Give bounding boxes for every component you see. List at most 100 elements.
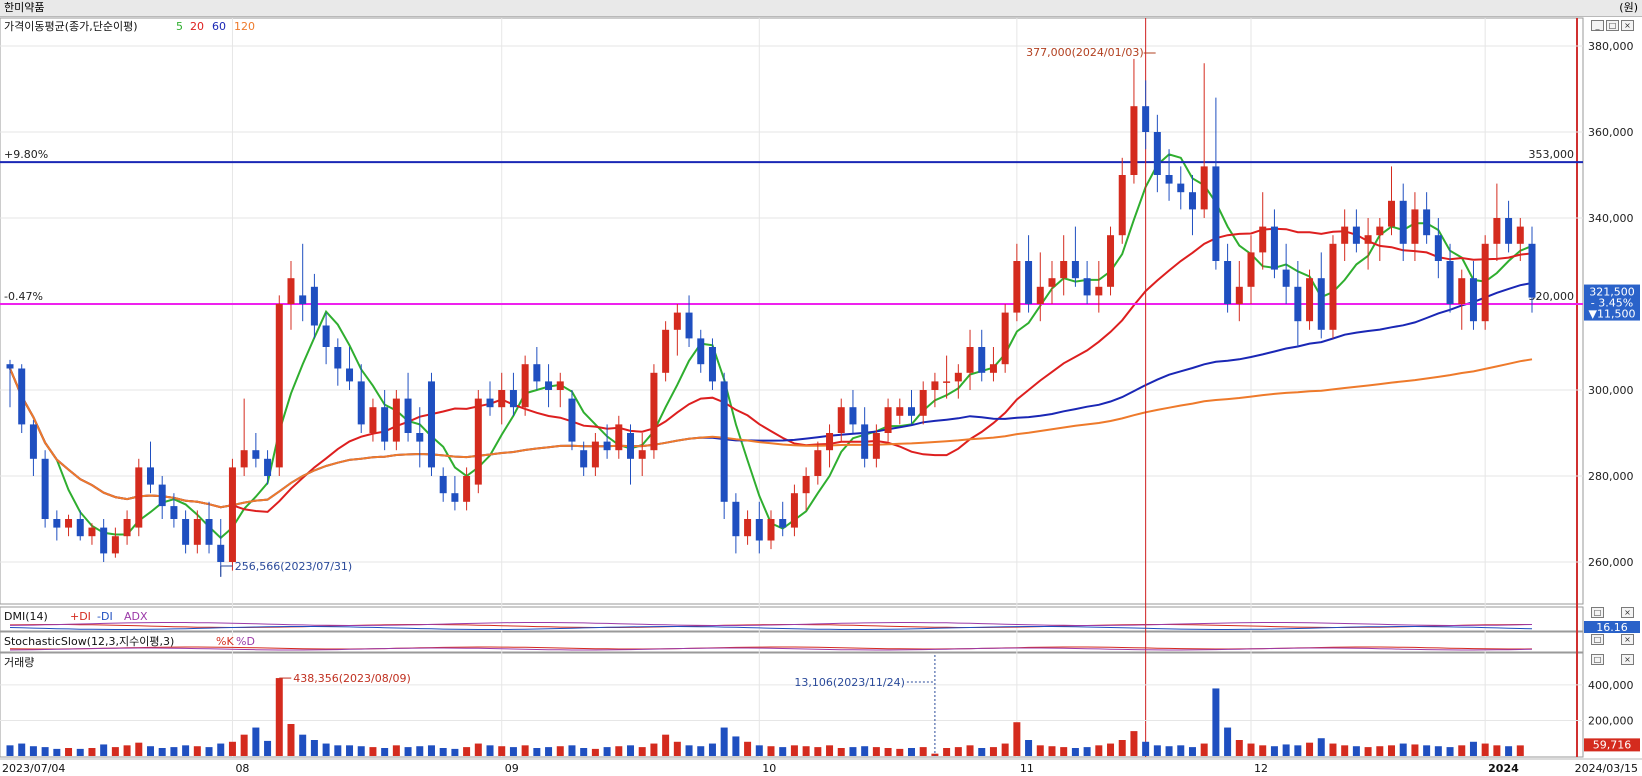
stock-chart[interactable]: 380,000360,000340,000320,000300,000280,0… [0, 0, 1642, 776]
candle-body [1469, 278, 1477, 322]
candle-body [498, 390, 506, 408]
volume-bar [392, 745, 400, 756]
candle-body [182, 519, 190, 545]
candle-body [1329, 243, 1337, 330]
volume-bar [802, 746, 810, 756]
candle-body [533, 364, 541, 382]
candle-body [989, 364, 997, 373]
volume-bar [498, 746, 506, 756]
candle-body [463, 476, 471, 502]
price-panel-maximize-button[interactable]: □ [1606, 20, 1619, 31]
volume-bar [1469, 741, 1477, 756]
dmi-series-label: -DI [97, 610, 113, 623]
volume-bar [135, 742, 143, 756]
volume-bar [18, 743, 26, 756]
candle-body [1200, 166, 1208, 210]
stoch-panel-maximize-button[interactable]: □ [1591, 634, 1604, 645]
volume-bar [872, 747, 880, 756]
volume-bar [1165, 746, 1173, 756]
candle-body [1142, 106, 1150, 132]
volume-bar [287, 724, 295, 756]
volume-bar [1025, 740, 1033, 756]
candle-body [228, 467, 236, 562]
candle-body [603, 441, 611, 451]
volume-bar [381, 748, 389, 756]
candle-body [1493, 218, 1501, 244]
candle-body [1317, 278, 1325, 330]
volume-bar [217, 743, 225, 756]
stoch-panel-close-button[interactable]: × [1621, 634, 1634, 645]
candle-body [1118, 175, 1126, 236]
volume-panel-frame [0, 652, 1584, 758]
candle-body [346, 368, 354, 382]
candle-body [158, 484, 166, 507]
stochastic-series-label: %D [236, 635, 255, 648]
current-change: ▼11,500 [1589, 308, 1636, 321]
volume-bar [884, 748, 892, 756]
volume-bar [264, 740, 272, 756]
candle-body [1013, 261, 1021, 313]
candle-body [966, 347, 974, 373]
volume-panel-maximize-button[interactable]: □ [1591, 654, 1604, 665]
candle-body [1095, 286, 1103, 296]
volume-bar [732, 736, 740, 756]
volume-tick-label: 400,000 [1588, 679, 1634, 692]
x-axis-label: 2023/07/04 [2, 762, 65, 775]
price-tick-label: 380,000 [1588, 40, 1634, 53]
candle-body [896, 407, 904, 416]
dmi-panel-close-button[interactable]: × [1621, 607, 1634, 618]
volume-bar [650, 743, 658, 756]
candle-body [1235, 286, 1243, 304]
volume-bar [638, 747, 646, 756]
price-tick-label: 300,000 [1588, 384, 1634, 397]
candle-body [287, 278, 295, 304]
volume-bar [205, 747, 213, 756]
hline-upper-pct: +9.80% [4, 148, 48, 161]
volume-bar [1376, 746, 1384, 756]
candle-body [6, 364, 14, 369]
ma-legend-period: 120 [234, 20, 255, 33]
candle-body [720, 381, 728, 502]
volume-bar [474, 743, 482, 756]
dmi-panel-maximize-button[interactable]: □ [1591, 607, 1604, 618]
volume-bar [346, 745, 354, 756]
volume-current-value: 59,716 [1593, 738, 1632, 751]
volume-bar [1083, 747, 1091, 756]
volume-bar [299, 734, 307, 756]
volume-bar [720, 727, 728, 756]
candle-body [1001, 312, 1009, 365]
volume-bar [1095, 745, 1103, 756]
volume-bar [1036, 745, 1044, 756]
volume-bar [907, 748, 915, 756]
volume-bar [240, 734, 248, 756]
volume-bar [404, 747, 412, 756]
candle-body [1165, 175, 1173, 184]
volume-bar [1481, 743, 1489, 756]
volume-bar [1107, 743, 1115, 756]
volume-bar [439, 748, 447, 756]
price-panel-minimize-button[interactable]: _ [1591, 20, 1604, 31]
candle-body [837, 407, 845, 433]
volume-bar [943, 748, 951, 756]
candle-body [1399, 200, 1407, 244]
x-axis-label: 12 [1254, 762, 1268, 775]
candle-body [427, 381, 435, 468]
ma-legend-label: 가격이동평균(종가,단순이평) [4, 20, 138, 33]
volume-bar [182, 745, 190, 756]
stochastic-label: StochasticSlow(12,3,지수이평,3) [4, 635, 174, 648]
candle-body [439, 476, 447, 494]
candle-body [849, 407, 857, 425]
ma-legend-period: 20 [190, 20, 204, 33]
candle-body [486, 398, 494, 408]
volume-panel-close-button[interactable]: × [1621, 654, 1634, 665]
volume-bar [1317, 738, 1325, 756]
candle-body [1083, 278, 1091, 296]
candle-body [1411, 209, 1419, 244]
volume-max-annotation: 438,356(2023/08/09) [293, 672, 410, 685]
price-panel-close-button[interactable]: × [1621, 20, 1634, 31]
candle-body [53, 519, 61, 528]
candle-body [381, 407, 389, 442]
candle-body [872, 433, 880, 459]
volume-bar [252, 727, 260, 756]
volume-bar [1411, 744, 1419, 756]
